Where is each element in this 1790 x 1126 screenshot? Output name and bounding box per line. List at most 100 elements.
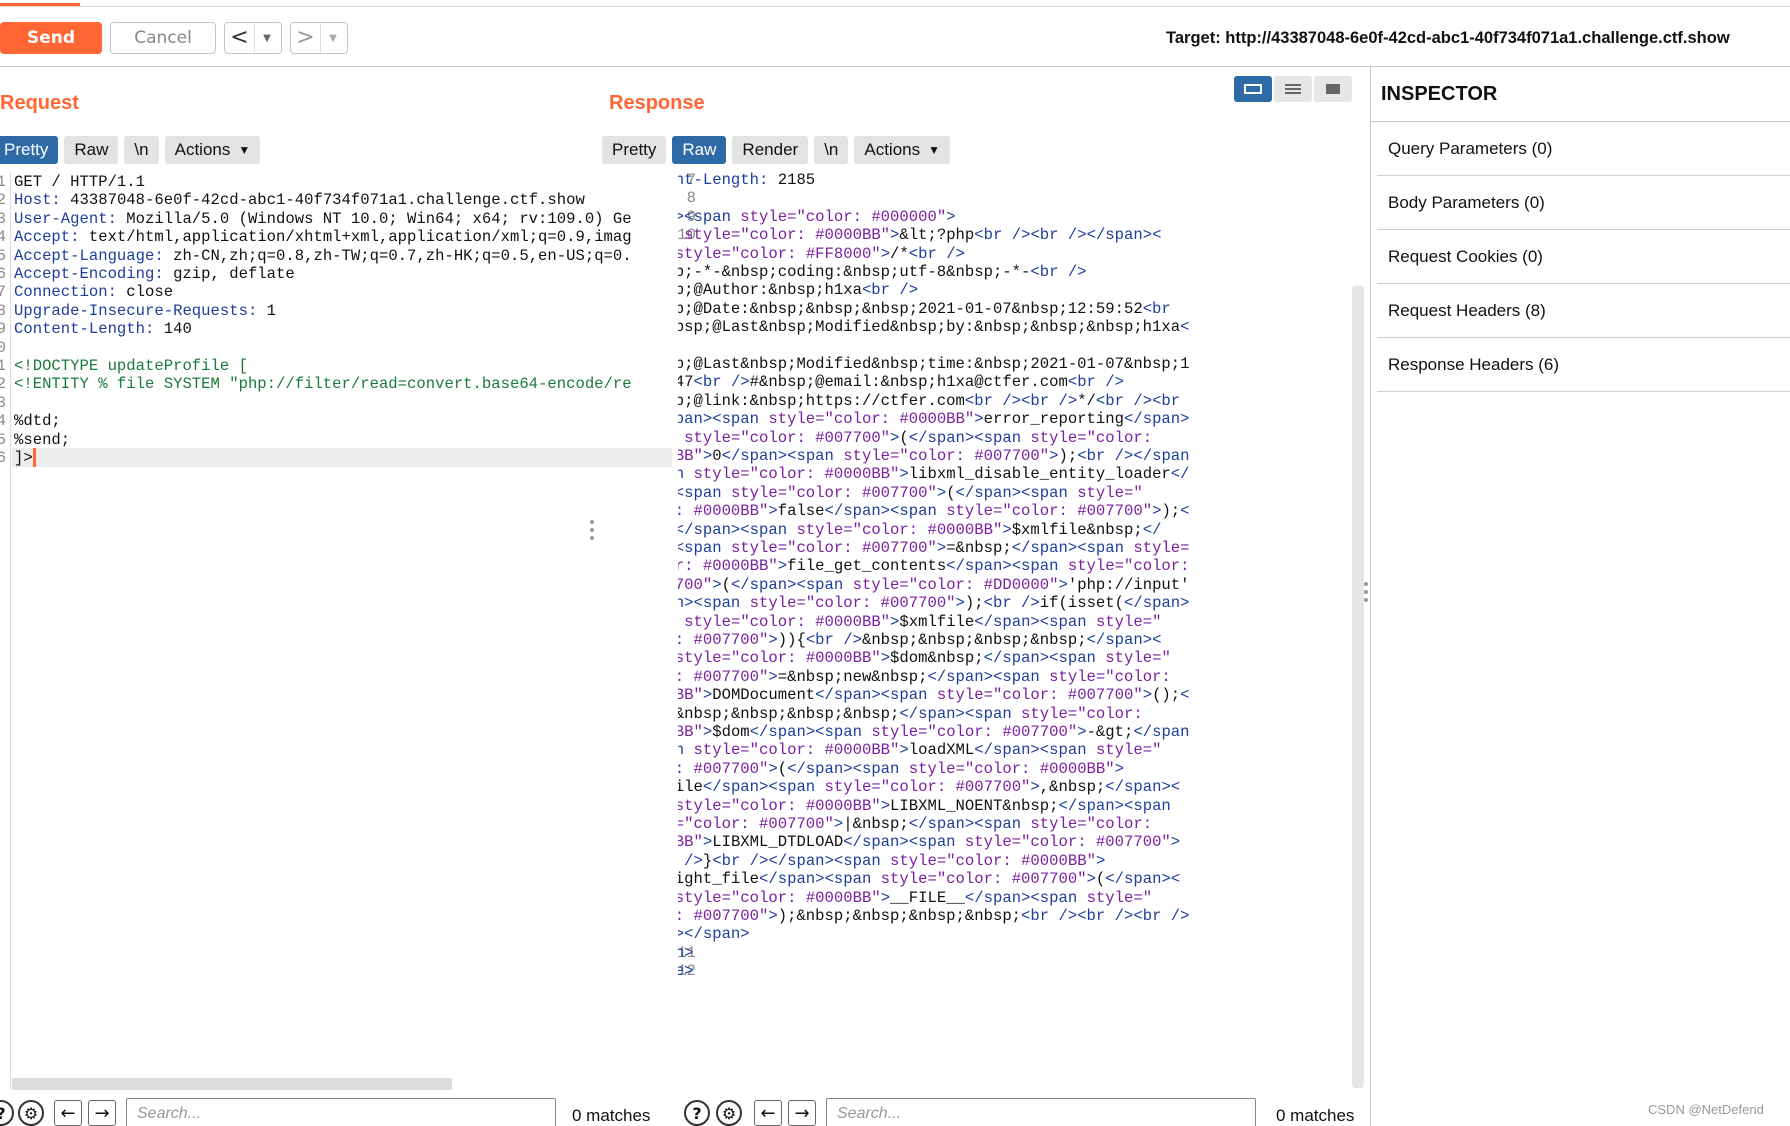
forward-arrow-icon[interactable]: >: [291, 24, 321, 52]
inspector-body-parameters[interactable]: Body Parameters (0): [1377, 176, 1790, 230]
code-token: &lt;?php: [899, 226, 975, 245]
code-token: >: [974, 410, 984, 429]
response-tab-newline[interactable]: \n: [814, 136, 849, 164]
code-token: style=: [1030, 815, 1087, 833]
request-editor[interactable]: 1 GET / HTTP/1.1 2 Host: 43387048-6e0f-42cd…: [0, 172, 672, 1090]
request-horizontal-scrollbar[interactable]: [12, 1078, 452, 1090]
split-handle[interactable]: [590, 520, 594, 544]
response-tab-pretty[interactable]: Pretty: [602, 136, 667, 164]
code-token: </span>: [1124, 594, 1190, 613]
request-tab-newline[interactable]: \n: [124, 136, 159, 164]
code-line: Content-Length: 2185: [678, 170, 815, 191]
tab-label: Render: [742, 140, 799, 159]
back-arrow-icon[interactable]: <: [225, 24, 255, 52]
inspector-request-headers[interactable]: Request Headers (8): [1377, 284, 1790, 338]
request-search-input[interactable]: Search...: [126, 1098, 556, 1126]
code-token: >: [702, 833, 713, 852]
code-token: </span><span: [1058, 796, 1171, 815]
code-token: </span><span: [1011, 539, 1134, 557]
inspector-request-cookies[interactable]: Request Cookies (0): [1377, 230, 1790, 284]
code-token: ": [1142, 888, 1153, 907]
response-search-input[interactable]: Search...: [826, 1098, 1256, 1126]
response-tab-render[interactable]: Render: [732, 136, 809, 164]
history-forward-control[interactable]: > ▼: [290, 22, 348, 54]
code-token: <br: [1152, 391, 1181, 410]
code-token: ]>: [14, 449, 33, 467]
code-token: style=: [964, 833, 1022, 852]
code-token: #&nbsp;-*-&nbsp;coding:&nbsp;utf-8&nbsp;…: [678, 263, 1031, 281]
code-token: >: [1114, 759, 1124, 778]
layout-toggle: [1234, 76, 1352, 102]
code-token: "color: #007700": [927, 723, 1078, 741]
code-token: <br />: [983, 594, 1040, 613]
code-token: </span><span: [678, 594, 741, 613]
line-gutter: [10, 172, 11, 1090]
code-token: <!ENTITY % file SYSTEM "php://filter/rea…: [14, 375, 632, 394]
cancel-button[interactable]: Cancel: [110, 22, 216, 54]
code-token: style=: [678, 649, 731, 668]
history-back-control[interactable]: < ▼: [224, 22, 282, 54]
code-token: (: [777, 759, 788, 778]
target-url[interactable]: Target: http://43387048-6e0f-42cd-abc1-4…: [1166, 29, 1730, 48]
code-token: "color: #0000BB": [740, 226, 891, 245]
request-tab-raw[interactable]: Raw: [64, 136, 119, 164]
request-actions-menu[interactable]: Actions ▼: [164, 136, 261, 164]
response-scrollbar[interactable]: [1352, 286, 1364, 1088]
request-settings-icon[interactable]: ⚙: [18, 1100, 44, 1126]
code-token: <: [1180, 502, 1190, 521]
code-token: <br />: [1077, 907, 1134, 925]
code-token: style=: [946, 502, 1003, 521]
code-line: color: #007700">);&nbsp;&nbsp;&nbsp;&nbs…: [678, 906, 1190, 927]
response-search-prev-button[interactable]: ←: [754, 1100, 782, 1126]
response-actions-menu[interactable]: Actions ▼: [854, 136, 951, 164]
layout-stacked-button[interactable]: [1274, 76, 1312, 102]
layout-tabs-button[interactable]: [1314, 76, 1352, 102]
code-token: </span><span: [702, 778, 825, 797]
request-help-icon[interactable]: ?: [0, 1100, 14, 1126]
code-token: file_get_contents: [787, 557, 947, 576]
code-token: >: [1058, 575, 1068, 594]
request-tab-pretty[interactable]: Pretty: [0, 136, 59, 164]
code-token: </span><span: [749, 723, 872, 741]
send-button[interactable]: Send: [0, 22, 102, 54]
code-token: </span><span: [721, 447, 844, 465]
inspector-split-handle[interactable]: [1364, 582, 1368, 606]
code-token: style=: [684, 612, 741, 631]
layout-side-by-side-button[interactable]: [1234, 76, 1272, 102]
code-token: loadXML: [908, 741, 975, 760]
inspector-response-headers[interactable]: Response Headers (6): [1377, 338, 1790, 392]
chevron-down-icon: ▼: [238, 143, 251, 157]
code-token: <br /></span: [1077, 447, 1190, 465]
code-token: style=: [749, 594, 806, 613]
code-token: <br />: [861, 281, 919, 300]
code-token: <: [1180, 686, 1190, 705]
code-token: style=: [1133, 539, 1190, 557]
back-history-dropdown-icon[interactable]: ▼: [255, 33, 279, 44]
code-token: style=: [740, 207, 797, 226]
response-help-icon[interactable]: ?: [684, 1100, 710, 1126]
code-token: #&nbsp;@Date:&nbsp;&nbsp;&nbsp;2021-01-0…: [678, 299, 1143, 318]
request-search-next-button[interactable]: →: [88, 1100, 116, 1126]
code-token: (: [1095, 870, 1106, 889]
code-token: "color: #0000BB": [730, 649, 881, 668]
code-token: $xmlfile&nbsp;: [1011, 520, 1143, 539]
response-editor[interactable]: 7Content-Length: 218589<code><span style…: [678, 170, 1368, 1090]
response-search-next-button[interactable]: →: [788, 1100, 816, 1126]
code-token: );&nbsp;&nbsp;&nbsp;&nbsp;: [777, 907, 1022, 925]
request-search-prev-button[interactable]: ←: [54, 1100, 82, 1126]
code-token: "color: #0000BB": [852, 520, 1003, 539]
inspector-query-parameters[interactable]: Query Parameters (0): [1377, 122, 1790, 176]
code-token: <br />: [1021, 907, 1078, 925]
forward-history-dropdown-icon[interactable]: ▼: [321, 33, 345, 44]
response-settings-icon[interactable]: ⚙: [716, 1100, 742, 1126]
response-tab-raw[interactable]: Raw: [672, 136, 727, 164]
code-token: >: [899, 741, 909, 760]
code-token: color: #007700": [678, 759, 769, 778]
code-token: );: [1058, 447, 1078, 465]
single-pane-icon: [1326, 84, 1340, 94]
code-token: close: [116, 283, 174, 302]
code-token: 0: [712, 447, 722, 465]
code-token: "color: #0000BB": [946, 851, 1096, 870]
code-token: >: [1002, 520, 1012, 539]
code-token: #&nbsp;@Author:&nbsp;h1xa: [678, 281, 862, 300]
